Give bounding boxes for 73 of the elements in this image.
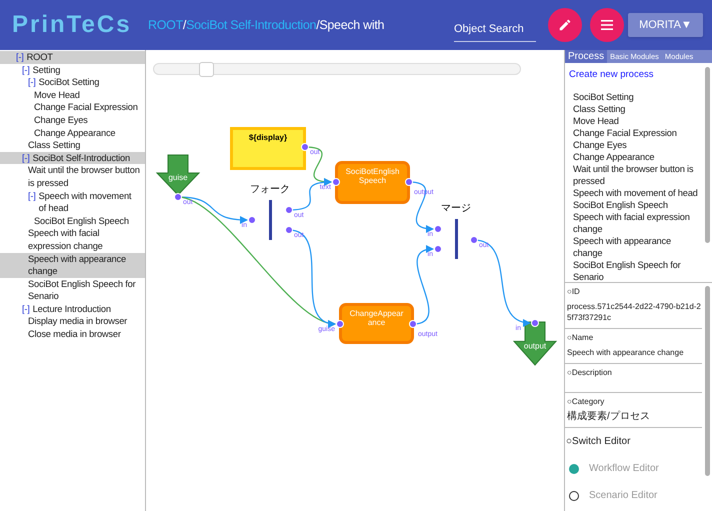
property-value: process.571c2544-2d22-4790-b21d-25f73f37291c (567, 301, 702, 323)
process-list-item[interactable]: Wait until the browser button is pressed (573, 163, 702, 188)
section-label: ○Switch Editor (565, 435, 632, 449)
collapse-toggle[interactable]: [-] (22, 152, 30, 164)
tree-item-label: SociBot Setting (38, 76, 100, 89)
app-logo[interactable]: PrinTeCs (12, 13, 148, 37)
collapse-toggle[interactable]: [-] (16, 51, 24, 64)
panel-tab[interactable]: Process (565, 50, 608, 63)
process-list-item[interactable]: SociBot English Speech (573, 199, 702, 212)
tree-item[interactable]: Change Eyes (0, 114, 145, 127)
tree-item-label: Lecture Introduction (32, 302, 111, 316)
tree-item[interactable]: Change Appearance (0, 126, 145, 140)
tree-item[interactable]: Display media in browser (0, 315, 145, 328)
collapse-toggle[interactable]: [-] (22, 64, 30, 76)
tree-item-label: Move Head (34, 88, 80, 102)
tree-item-label: Speech with facial expression change (28, 227, 104, 252)
arrow-label: output (524, 341, 546, 350)
arrow-label: guise (168, 173, 188, 182)
property-label: ○Description (567, 367, 613, 379)
tree-item[interactable]: Wait until the browser button is pressed (0, 164, 145, 190)
process-list-item[interactable]: Move Head (573, 115, 702, 128)
tree-item-label: SociBot English Speech (34, 214, 129, 228)
tree-item-label: SociBot Self-Introduction (32, 152, 130, 164)
tree-item-label: Setting (32, 64, 60, 76)
tree-item[interactable]: Close media in browser (0, 328, 145, 341)
process-list-item[interactable]: Class Setting (573, 103, 702, 116)
process-list-item[interactable]: Speech with appearance change (573, 235, 702, 260)
process-list-item[interactable]: Change Appearance (573, 151, 702, 164)
property-label: ○ID (567, 286, 581, 298)
tree-item[interactable]: [-] Lecture Introduction (0, 302, 145, 316)
process-list-item[interactable]: Change Eyes (573, 139, 702, 152)
tree-item-label: Change Eyes (34, 114, 88, 127)
tree-item-label: Change Facial Expression (34, 101, 138, 114)
tree-item-label: Change Appearance (34, 126, 116, 140)
property-label: ○Category (567, 396, 606, 408)
tree-item-label: Wait until the browser button is pressed (28, 164, 141, 190)
tree-item[interactable]: Speech with facial expression change (0, 227, 145, 252)
property-value: Speech with appearance change (567, 347, 685, 358)
tree-item-label: ROOT (26, 51, 53, 64)
process-list-item[interactable]: Speech with facial expression change (573, 211, 702, 236)
tree-item[interactable]: Change Facial Expression (0, 101, 145, 114)
tree-item-label: Speech with movement of head (38, 190, 132, 215)
node-label: フォーク (250, 184, 290, 195)
tree-item[interactable]: Speech with appearance change (0, 252, 145, 278)
tree-item[interactable]: [-] ROOT (0, 51, 145, 64)
tree-item[interactable]: Class Setting (0, 139, 145, 152)
process-list-item[interactable]: Change Facial Expression (573, 127, 702, 140)
collapse-toggle[interactable]: [-] (22, 302, 30, 316)
tree-item[interactable]: [-] Setting (0, 64, 145, 76)
process-list-item[interactable]: SociBot English Speech for Senario (573, 259, 702, 282)
create-process-link[interactable]: Create new process (569, 68, 702, 82)
tree-item-label: Class Setting (28, 139, 80, 152)
search-field[interactable]: Object Search (454, 18, 536, 42)
tree-item[interactable]: [-] Speech with movement of head (0, 190, 145, 215)
node-label: マージ (441, 203, 471, 214)
breadcrumb-separator: / (182, 16, 186, 34)
tree-item[interactable]: Move Head (0, 88, 145, 102)
tree-item-label: Display media in browser (28, 315, 128, 328)
process-list-item[interactable]: SociBot Setting (573, 91, 702, 104)
tree-item-label: SociBot English Speech for Senario (28, 278, 136, 303)
tree-item[interactable]: [-] SociBot Setting (0, 76, 145, 89)
tree-item[interactable]: [-] SociBot Self-Introduction (0, 152, 145, 164)
tree-item[interactable]: SociBot English Speech (0, 214, 145, 228)
property-label: ○Name (567, 332, 594, 344)
breadcrumb-current: /Speech with (316, 16, 384, 34)
collapse-toggle[interactable]: [-] (28, 190, 36, 215)
tree-item-label: Close media in browser (28, 328, 121, 341)
property-value: 構成要素/プロセス (567, 411, 651, 422)
collapse-toggle[interactable]: [-] (28, 76, 36, 89)
process-list-item[interactable]: Speech with movement of head (573, 187, 702, 200)
display-node[interactable]: ${display} (230, 127, 306, 170)
tree-item[interactable]: SociBot English Speech for Senario (0, 278, 145, 303)
tree-item-label: Speech with appearance change (28, 252, 127, 278)
